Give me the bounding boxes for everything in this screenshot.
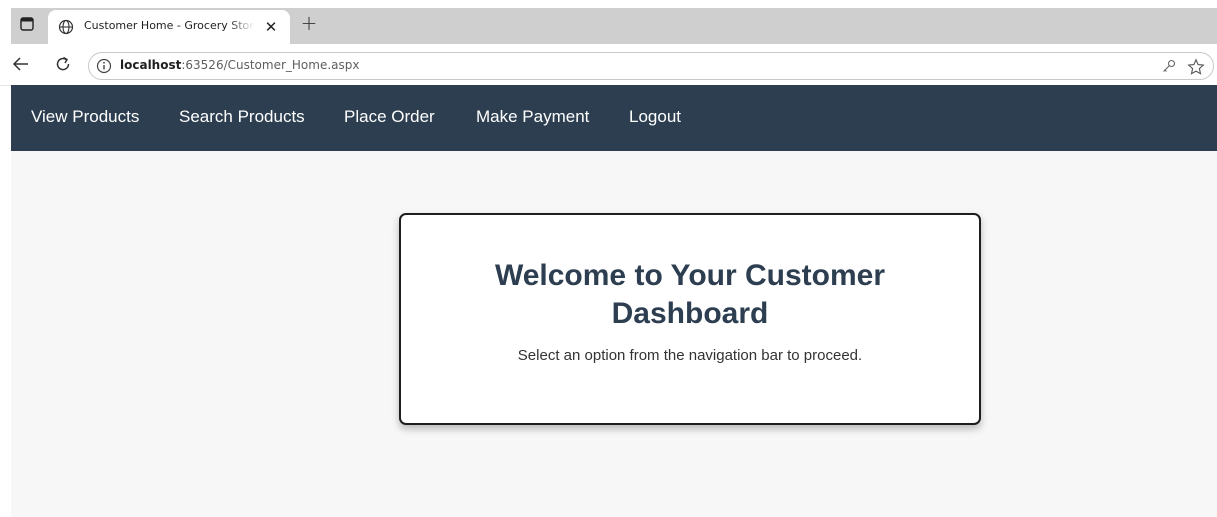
page-content: View Products Search Products Place Orde… xyxy=(11,85,1217,517)
url-path: :63526/Customer_Home.aspx xyxy=(181,58,360,72)
site-info-icon[interactable] xyxy=(96,58,112,74)
welcome-heading-line2: Dashboard xyxy=(611,297,769,330)
welcome-heading-line1: Welcome to Your Customer xyxy=(494,259,886,292)
url-host: localhost xyxy=(120,58,182,72)
back-arrow-icon[interactable] xyxy=(8,51,34,77)
nav-search-products[interactable]: Search Products xyxy=(179,107,305,127)
browser-tab-active[interactable]: Customer Home - Grocery Store M ✕ xyxy=(48,10,290,44)
url-text: localhost:63526/Customer_Home.aspx xyxy=(120,58,359,72)
tab-close-icon[interactable]: ✕ xyxy=(262,18,280,36)
welcome-heading: Welcome to Your Customer Dashboard xyxy=(401,257,979,333)
browser-tab-bar: Customer Home - Grocery Store M ✕ + xyxy=(0,0,1217,44)
nav-logout[interactable]: Logout xyxy=(629,107,681,127)
globe-icon xyxy=(58,19,74,35)
tab-title: Customer Home - Grocery Store M xyxy=(84,19,254,32)
password-key-icon[interactable] xyxy=(1161,58,1177,74)
nav-view-products[interactable]: View Products xyxy=(31,107,139,127)
reload-icon[interactable] xyxy=(50,51,76,77)
nav-place-order[interactable]: Place Order xyxy=(344,107,435,127)
tab-actions-icon[interactable] xyxy=(20,17,34,31)
welcome-subtitle: Select an option from the navigation bar… xyxy=(517,347,863,364)
new-tab-icon[interactable]: + xyxy=(298,12,320,34)
top-navbar: View Products Search Products Place Orde… xyxy=(11,85,1217,151)
welcome-card: Welcome to Your Customer Dashboard Selec… xyxy=(399,213,981,425)
nav-make-payment[interactable]: Make Payment xyxy=(476,107,589,127)
address-bar[interactable]: localhost:63526/Customer_Home.aspx xyxy=(88,52,1214,80)
favorite-star-icon[interactable] xyxy=(1187,58,1205,76)
